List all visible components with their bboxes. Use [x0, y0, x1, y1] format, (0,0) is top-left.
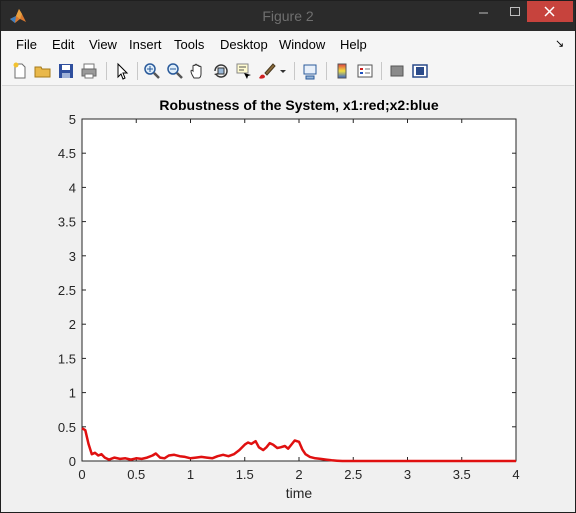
brush-dropdown-icon[interactable] — [278, 61, 288, 81]
select-arrow-icon[interactable] — [112, 61, 132, 81]
y-tick-label: 4 — [69, 180, 76, 195]
brush-icon[interactable] — [257, 61, 277, 81]
dock-arrow-icon[interactable]: ↘ — [555, 37, 564, 50]
figure-canvas: Robustness of the System, x1:red;x2:blue… — [2, 86, 574, 512]
menu-edit[interactable]: Edit — [52, 37, 74, 52]
figure-window: Figure 2 File Edit View Insert Tools Des… — [0, 0, 576, 513]
menu-insert[interactable]: Insert — [129, 37, 162, 52]
maximize-button[interactable] — [501, 1, 529, 22]
y-tick-label: 1.5 — [58, 351, 76, 366]
y-tick-label: 2.5 — [58, 283, 76, 298]
open-file-icon[interactable] — [33, 61, 53, 81]
menu-view[interactable]: View — [89, 37, 117, 52]
link-plot-icon[interactable] — [300, 61, 320, 81]
toolbar-separator — [326, 62, 327, 80]
zoom-out-icon[interactable] — [165, 61, 185, 81]
y-tick-label: 2 — [69, 317, 76, 332]
x-axis-label: time — [286, 485, 313, 501]
save-icon[interactable] — [56, 61, 76, 81]
toolbar-separator — [137, 62, 138, 80]
title-bar[interactable]: Figure 2 — [1, 1, 575, 31]
toolbar-separator — [294, 62, 295, 80]
legend-icon[interactable] — [355, 61, 375, 81]
x-tick-label: 3.5 — [453, 467, 471, 482]
y-tick-label: 4.5 — [58, 146, 76, 161]
x-tick-label: 2.5 — [344, 467, 362, 482]
x-tick-label: 2 — [295, 467, 302, 482]
menu-file[interactable]: File — [16, 37, 37, 52]
close-button[interactable] — [527, 1, 573, 22]
toolbar — [2, 57, 574, 86]
toolbar-separator — [106, 62, 107, 80]
chart-title: Robustness of the System, x1:red;x2:blue — [159, 97, 439, 113]
new-figure-icon[interactable] — [10, 61, 30, 81]
zoom-in-icon[interactable] — [142, 61, 162, 81]
show-plot-tools-icon[interactable] — [410, 61, 430, 81]
x-tick-label: 0 — [78, 467, 85, 482]
y-tick-label: 1 — [69, 386, 76, 401]
print-icon[interactable] — [79, 61, 99, 81]
minimize-button[interactable] — [469, 1, 497, 22]
y-tick-label: 0 — [69, 454, 76, 469]
y-tick-label: 3.5 — [58, 215, 76, 230]
hide-plot-tools-icon[interactable] — [387, 61, 407, 81]
data-cursor-icon[interactable] — [234, 61, 254, 81]
rotate-3d-icon[interactable] — [211, 61, 231, 81]
colorbar-icon[interactable] — [332, 61, 352, 81]
axes-box[interactable] — [81, 118, 517, 462]
menu-bar: File Edit View Insert Tools Desktop Wind… — [2, 31, 574, 57]
x-tick-label: 4 — [512, 467, 519, 482]
x-tick-label: 3 — [404, 467, 411, 482]
y-tick-label: 5 — [69, 112, 76, 127]
pan-hand-icon[interactable] — [188, 61, 208, 81]
toolbar-separator — [381, 62, 382, 80]
menu-help[interactable]: Help — [340, 37, 367, 52]
y-tick-label: 3 — [69, 249, 76, 264]
menu-tools[interactable]: Tools — [174, 37, 204, 52]
menu-window[interactable]: Window — [279, 37, 325, 52]
x-tick-label: 1 — [187, 467, 194, 482]
x-tick-label: 0.5 — [127, 467, 145, 482]
plot-svg: Robustness of the System, x1:red;x2:blue… — [58, 97, 520, 501]
y-tick-label: 0.5 — [58, 420, 76, 435]
x-tick-label: 1.5 — [236, 467, 254, 482]
menu-desktop[interactable]: Desktop — [220, 37, 268, 52]
